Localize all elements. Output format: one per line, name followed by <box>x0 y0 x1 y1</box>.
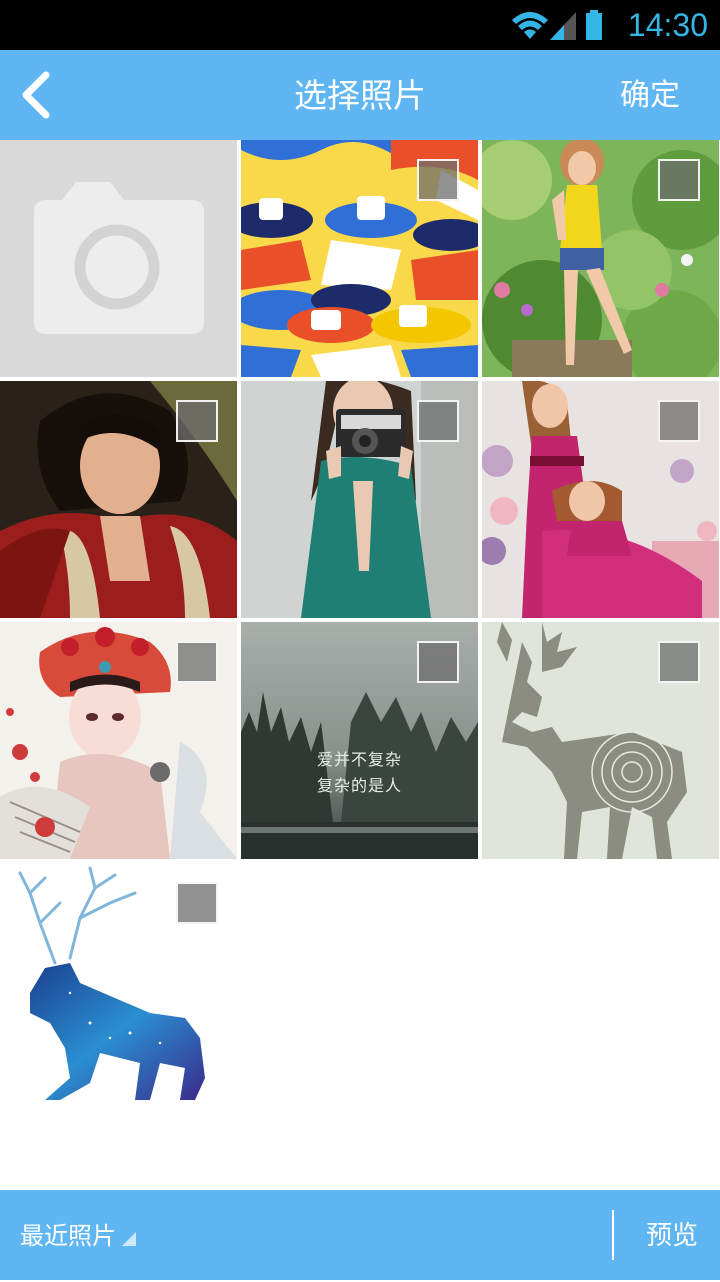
photo-item[interactable] <box>482 622 719 859</box>
back-button[interactable] <box>10 65 70 125</box>
clock: 14:30 <box>627 7 708 43</box>
select-checkbox[interactable] <box>176 882 218 924</box>
photo-item[interactable]: 爱并不复杂 复杂的是人 <box>241 622 478 859</box>
select-checkbox[interactable] <box>417 159 459 201</box>
divider <box>612 1210 614 1260</box>
photo-item[interactable] <box>241 381 478 618</box>
photo-item[interactable] <box>241 140 478 377</box>
status-icons <box>512 10 602 40</box>
photo-item[interactable] <box>0 863 237 1100</box>
dropdown-triangle-icon <box>122 1232 136 1246</box>
select-checkbox[interactable] <box>176 400 218 442</box>
confirm-button[interactable]: 确定 <box>620 50 680 140</box>
battery-icon <box>586 10 602 40</box>
status-bar: 14:30 <box>0 0 720 50</box>
photo-caption-line: 爱并不复杂 <box>316 750 402 769</box>
camera-tile[interactable] <box>0 140 237 377</box>
signal-icon <box>550 12 576 40</box>
wifi-icon <box>512 12 548 39</box>
select-checkbox[interactable] <box>658 400 700 442</box>
title-bar: 选择照片 确定 <box>0 50 720 140</box>
photo-item[interactable] <box>0 622 237 859</box>
select-checkbox[interactable] <box>417 400 459 442</box>
select-checkbox[interactable] <box>658 641 700 683</box>
preview-button[interactable]: 预览 <box>646 1190 698 1280</box>
album-label: 最近照片 <box>20 1222 116 1250</box>
bottom-bar: 最近照片 预览 <box>0 1190 720 1280</box>
select-checkbox[interactable] <box>176 641 218 683</box>
photo-item[interactable] <box>0 381 237 618</box>
photo-item[interactable] <box>482 381 719 618</box>
photo-item[interactable] <box>482 140 719 377</box>
photo-caption-line: 复杂的是人 <box>316 776 402 795</box>
camera-icon <box>34 182 204 334</box>
chevron-left-icon <box>22 71 50 119</box>
select-checkbox[interactable] <box>658 159 700 201</box>
page-title: 选择照片 <box>294 76 426 115</box>
select-checkbox[interactable] <box>417 641 459 683</box>
album-selector[interactable]: 最近照片 <box>20 1190 136 1280</box>
